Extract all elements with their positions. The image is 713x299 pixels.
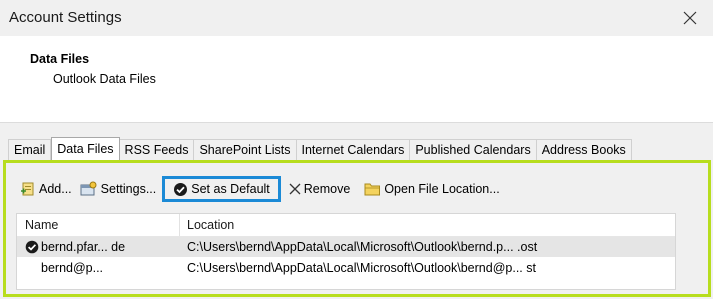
settings-button[interactable]: Settings...	[76, 177, 161, 201]
remove-button[interactable]: Remove	[285, 177, 355, 201]
remove-icon	[289, 183, 301, 195]
settings-icon	[80, 181, 97, 196]
checkmark-circle-icon	[174, 182, 188, 196]
list-row[interactable]: bernd@p... C:\Users\bernd\AppData\Local\…	[17, 258, 675, 278]
list-row[interactable]: bernd.pfar... de C:\Users\bernd\AppData\…	[17, 237, 675, 257]
title-bar: Account Settings	[0, 0, 713, 36]
data-files-panel: Add... Settings... Set as Default Remove	[3, 160, 711, 297]
column-divider[interactable]	[179, 214, 180, 236]
tab-address-books[interactable]: Address Books	[536, 139, 632, 160]
row-name: bernd.pfar... de	[41, 240, 126, 254]
add-button[interactable]: Add...	[16, 177, 76, 201]
data-files-list[interactable]: Name Location bernd.pfar... de C:\Users\…	[16, 213, 676, 290]
window-title: Account Settings	[9, 9, 122, 26]
column-header-name[interactable]: Name	[25, 218, 58, 232]
section-subtitle: Outlook Data Files	[53, 72, 156, 86]
tab-rss-feeds[interactable]: RSS Feeds	[119, 139, 195, 160]
add-label: Add...	[39, 182, 72, 196]
row-location: C:\Users\bernd\AppData\Local\Microsoft\O…	[187, 240, 538, 254]
add-data-file-icon	[21, 182, 34, 196]
tab-email[interactable]: Email	[8, 139, 52, 160]
tab-data-files[interactable]: Data Files	[51, 137, 120, 160]
section-title: Data Files	[30, 52, 90, 66]
tab-strip: Email Data Files RSS Feeds SharePoint Li…	[8, 137, 632, 160]
set-as-default-button[interactable]: Set as Default	[162, 176, 281, 202]
list-header: Name Location	[17, 214, 675, 237]
settings-label: Settings...	[100, 182, 157, 196]
tab-internet-calendars[interactable]: Internet Calendars	[296, 139, 411, 160]
open-file-location-label: Open File Location...	[384, 182, 500, 196]
tab-published-calendars[interactable]: Published Calendars	[410, 139, 537, 160]
column-header-location[interactable]: Location	[187, 218, 234, 232]
row-name: bernd@p...	[41, 261, 104, 275]
open-file-location-button[interactable]: Open File Location...	[360, 177, 503, 201]
tab-sharepoint-lists[interactable]: SharePoint Lists	[194, 139, 297, 160]
remove-label: Remove	[303, 182, 351, 196]
set-as-default-label: Set as Default	[191, 182, 270, 196]
folder-icon	[364, 183, 381, 196]
toolbar: Add... Settings... Set as Default Remove	[16, 176, 504, 202]
row-location: C:\Users\bernd\AppData\Local\Microsoft\O…	[187, 261, 536, 275]
header-panel: Data Files Outlook Data Files	[0, 36, 713, 123]
default-checkmark-icon	[25, 240, 39, 254]
close-button[interactable]	[667, 0, 713, 36]
close-icon	[683, 11, 697, 25]
